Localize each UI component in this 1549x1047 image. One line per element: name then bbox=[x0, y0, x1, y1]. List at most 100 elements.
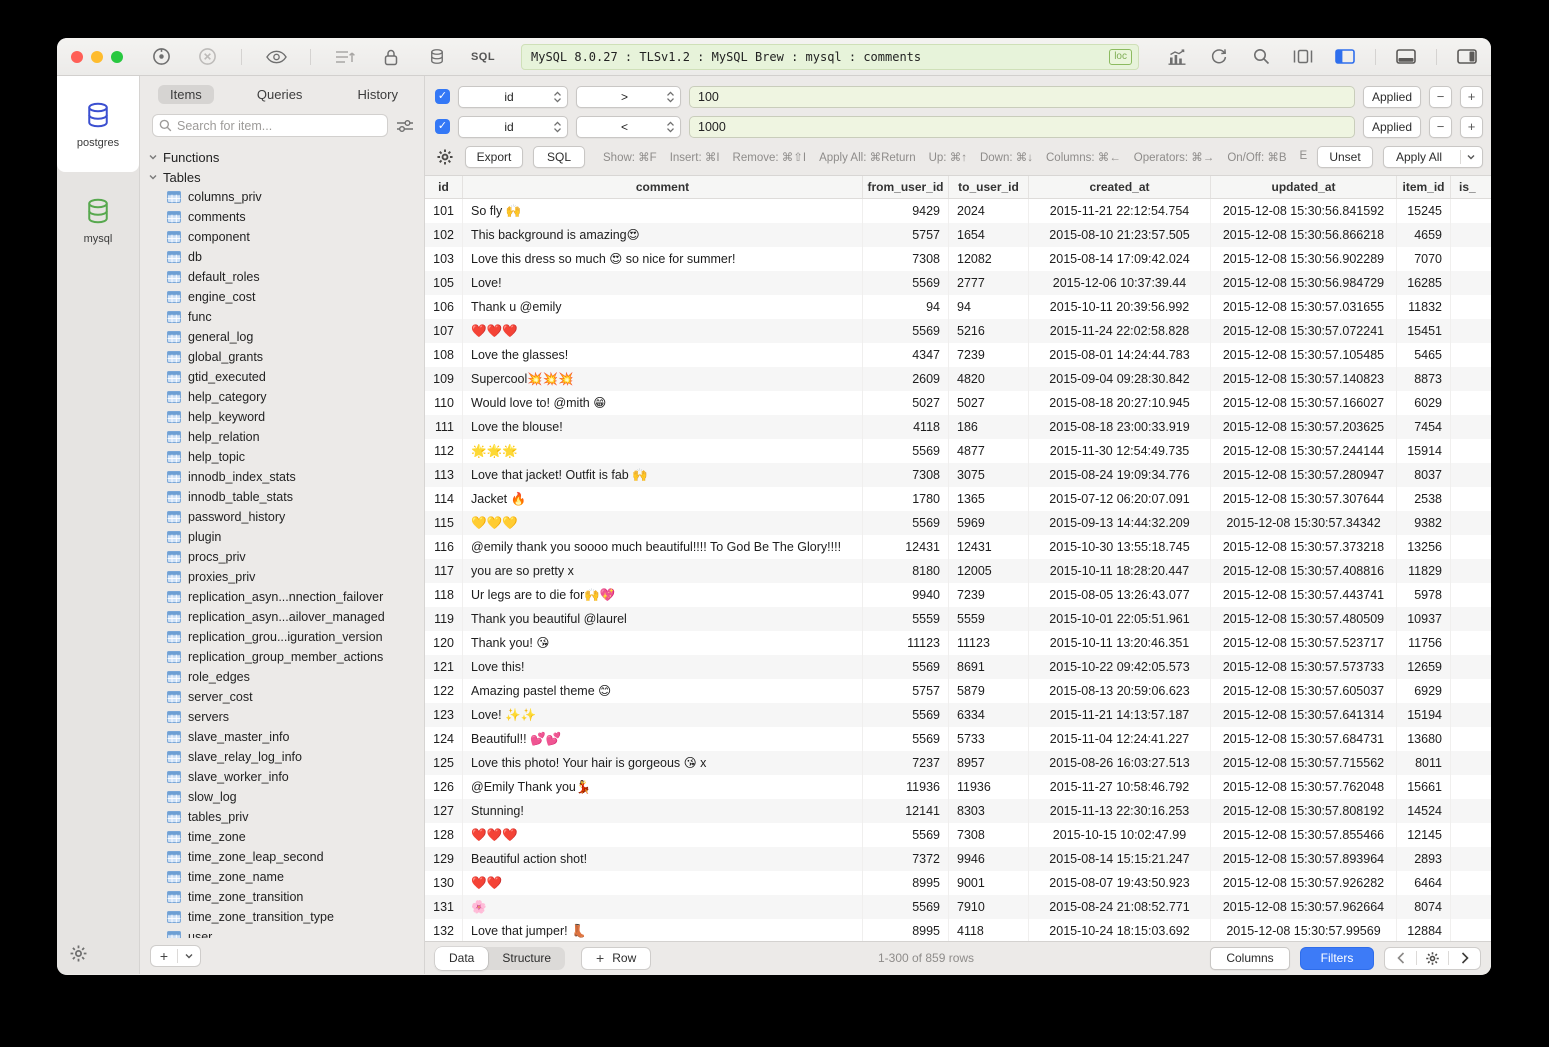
table-cell[interactable]: 2024 bbox=[949, 199, 1029, 223]
table-cell[interactable]: 5969 bbox=[949, 511, 1029, 535]
table-cell[interactable]: 102 bbox=[425, 223, 463, 247]
table-cell[interactable]: 2015-11-13 22:30:16.253 bbox=[1029, 799, 1211, 823]
table-cell[interactable] bbox=[1451, 631, 1491, 655]
table-cell[interactable]: 2015-11-27 10:58:46.792 bbox=[1029, 775, 1211, 799]
filter-value-input[interactable] bbox=[689, 116, 1355, 138]
table-cell[interactable]: 2015-12-08 15:30:56.984729 bbox=[1211, 271, 1397, 295]
sidebar-table-item[interactable]: gtid_executed bbox=[140, 367, 424, 387]
table-cell[interactable]: 127 bbox=[425, 799, 463, 823]
table-cell[interactable]: 2015-12-08 15:30:57.962664 bbox=[1211, 895, 1397, 919]
table-cell[interactable]: 114 bbox=[425, 487, 463, 511]
table-cell[interactable]: 7239 bbox=[949, 583, 1029, 607]
table-cell[interactable]: 5569 bbox=[863, 823, 949, 847]
table-cell[interactable] bbox=[1451, 751, 1491, 775]
table-cell[interactable]: 2015-09-13 14:44:32.209 bbox=[1029, 511, 1211, 535]
sql-editor-button[interactable]: SQL bbox=[471, 46, 495, 68]
table-cell[interactable]: Thank u @emily bbox=[463, 295, 863, 319]
table-cell[interactable]: 7910 bbox=[949, 895, 1029, 919]
table-cell[interactable]: 2015-10-01 22:05:51.961 bbox=[1029, 607, 1211, 631]
table-cell[interactable]: 🌸 bbox=[463, 895, 863, 919]
table-cell[interactable]: 10937 bbox=[1397, 607, 1451, 631]
table-cell[interactable]: 2015-12-08 15:30:57.573733 bbox=[1211, 655, 1397, 679]
table-cell[interactable]: 16285 bbox=[1397, 271, 1451, 295]
sidebar-table-item[interactable]: slave_worker_info bbox=[140, 767, 424, 787]
table-cell[interactable] bbox=[1451, 223, 1491, 247]
table-cell[interactable]: 2015-11-21 22:12:54.754 bbox=[1029, 199, 1211, 223]
table-cell[interactable]: 2015-10-11 20:39:56.992 bbox=[1029, 295, 1211, 319]
table-cell[interactable] bbox=[1451, 871, 1491, 895]
table-cell[interactable]: Love this dress so much 😍 so nice for su… bbox=[463, 247, 863, 271]
table-cell[interactable]: 2015-12-08 15:30:57.203625 bbox=[1211, 415, 1397, 439]
table-cell[interactable]: 9946 bbox=[949, 847, 1029, 871]
table-cell[interactable]: 8011 bbox=[1397, 751, 1451, 775]
refresh-icon[interactable] bbox=[1207, 46, 1231, 68]
table-cell[interactable]: 2015-12-08 15:30:57.072241 bbox=[1211, 319, 1397, 343]
table-cell[interactable] bbox=[1451, 679, 1491, 703]
table-cell[interactable]: Jacket 🔥 bbox=[463, 487, 863, 511]
table-cell[interactable]: 12431 bbox=[863, 535, 949, 559]
sidebar-table-item[interactable]: component bbox=[140, 227, 424, 247]
tabs-icon[interactable] bbox=[1291, 46, 1315, 68]
table-cell[interactable]: 8074 bbox=[1397, 895, 1451, 919]
table-cell[interactable] bbox=[1451, 247, 1491, 271]
table-cell[interactable]: 2015-10-11 13:20:46.351 bbox=[1029, 631, 1211, 655]
sidebar-table-item[interactable]: slave_master_info bbox=[140, 727, 424, 747]
toggle-left-panel-icon[interactable] bbox=[1333, 46, 1357, 68]
table-cell[interactable]: 5757 bbox=[863, 223, 949, 247]
sidebar-table-item[interactable]: tables_priv bbox=[140, 807, 424, 827]
column-header-from_user_id[interactable]: from_user_id bbox=[863, 176, 949, 198]
table-cell[interactable]: 2015-08-18 20:27:10.945 bbox=[1029, 391, 1211, 415]
table-cell[interactable]: 8995 bbox=[863, 871, 949, 895]
table-cell[interactable]: Amazing pastel theme 😊 bbox=[463, 679, 863, 703]
table-cell[interactable]: 11936 bbox=[949, 775, 1029, 799]
table-cell[interactable]: 15194 bbox=[1397, 703, 1451, 727]
table-cell[interactable]: 7372 bbox=[863, 847, 949, 871]
sidebar-table-item[interactable]: replication_asyn...ailover_managed bbox=[140, 607, 424, 627]
table-cell[interactable]: 107 bbox=[425, 319, 463, 343]
table-cell[interactable]: 124 bbox=[425, 727, 463, 751]
table-cell[interactable]: 2609 bbox=[863, 367, 949, 391]
table-cell[interactable]: 128 bbox=[425, 823, 463, 847]
table-cell[interactable]: 4877 bbox=[949, 439, 1029, 463]
table-cell[interactable]: 131 bbox=[425, 895, 463, 919]
table-cell[interactable]: 125 bbox=[425, 751, 463, 775]
table-cell[interactable] bbox=[1451, 727, 1491, 751]
rollback-icon[interactable] bbox=[195, 46, 219, 68]
unset-button[interactable]: Unset bbox=[1317, 146, 1373, 168]
table-cell[interactable]: This background is amazing😍 bbox=[463, 223, 863, 247]
filter-column-select[interactable]: id bbox=[458, 116, 568, 138]
table-cell[interactable]: 2015-08-07 19:43:50.923 bbox=[1029, 871, 1211, 895]
sidebar-table-item[interactable]: servers bbox=[140, 707, 424, 727]
table-cell[interactable]: 2015-12-06 10:37:39.44 bbox=[1029, 271, 1211, 295]
table-cell[interactable]: 11832 bbox=[1397, 295, 1451, 319]
chevron-down-icon[interactable] bbox=[178, 951, 200, 961]
table-cell[interactable]: 8180 bbox=[863, 559, 949, 583]
table-cell[interactable]: 5027 bbox=[863, 391, 949, 415]
table-cell[interactable]: 106 bbox=[425, 295, 463, 319]
table-cell[interactable]: ❤️❤️ bbox=[463, 871, 863, 895]
table-cell[interactable]: 7237 bbox=[863, 751, 949, 775]
table-cell[interactable]: you are so pretty x bbox=[463, 559, 863, 583]
table-cell[interactable] bbox=[1451, 367, 1491, 391]
table-cell[interactable]: 2015-12-08 15:30:57.684731 bbox=[1211, 727, 1397, 751]
tab-data[interactable]: Data bbox=[435, 947, 488, 970]
tab-structure[interactable]: Structure bbox=[488, 947, 565, 970]
table-cell[interactable]: 12005 bbox=[949, 559, 1029, 583]
table-cell[interactable]: 2015-10-11 18:28:20.447 bbox=[1029, 559, 1211, 583]
table-cell[interactable]: 12145 bbox=[1397, 823, 1451, 847]
add-filter-button[interactable]: + bbox=[1460, 116, 1483, 138]
table-cell[interactable]: 2777 bbox=[949, 271, 1029, 295]
table-cell[interactable]: 132 bbox=[425, 919, 463, 941]
table-cell[interactable]: 7308 bbox=[863, 463, 949, 487]
table-cell[interactable]: 121 bbox=[425, 655, 463, 679]
table-cell[interactable] bbox=[1451, 415, 1491, 439]
table-cell[interactable]: 12884 bbox=[1397, 919, 1451, 941]
table-cell[interactable]: 6334 bbox=[949, 703, 1029, 727]
table-cell[interactable]: 2015-08-14 17:09:42.024 bbox=[1029, 247, 1211, 271]
settings-gear-icon[interactable] bbox=[69, 944, 89, 964]
table-cell[interactable]: Love this! bbox=[463, 655, 863, 679]
table-cell[interactable] bbox=[1451, 559, 1491, 583]
sidebar-table-item[interactable]: time_zone_leap_second bbox=[140, 847, 424, 867]
table-cell[interactable]: 5569 bbox=[863, 271, 949, 295]
add-item-split-button[interactable]: + bbox=[150, 945, 201, 967]
